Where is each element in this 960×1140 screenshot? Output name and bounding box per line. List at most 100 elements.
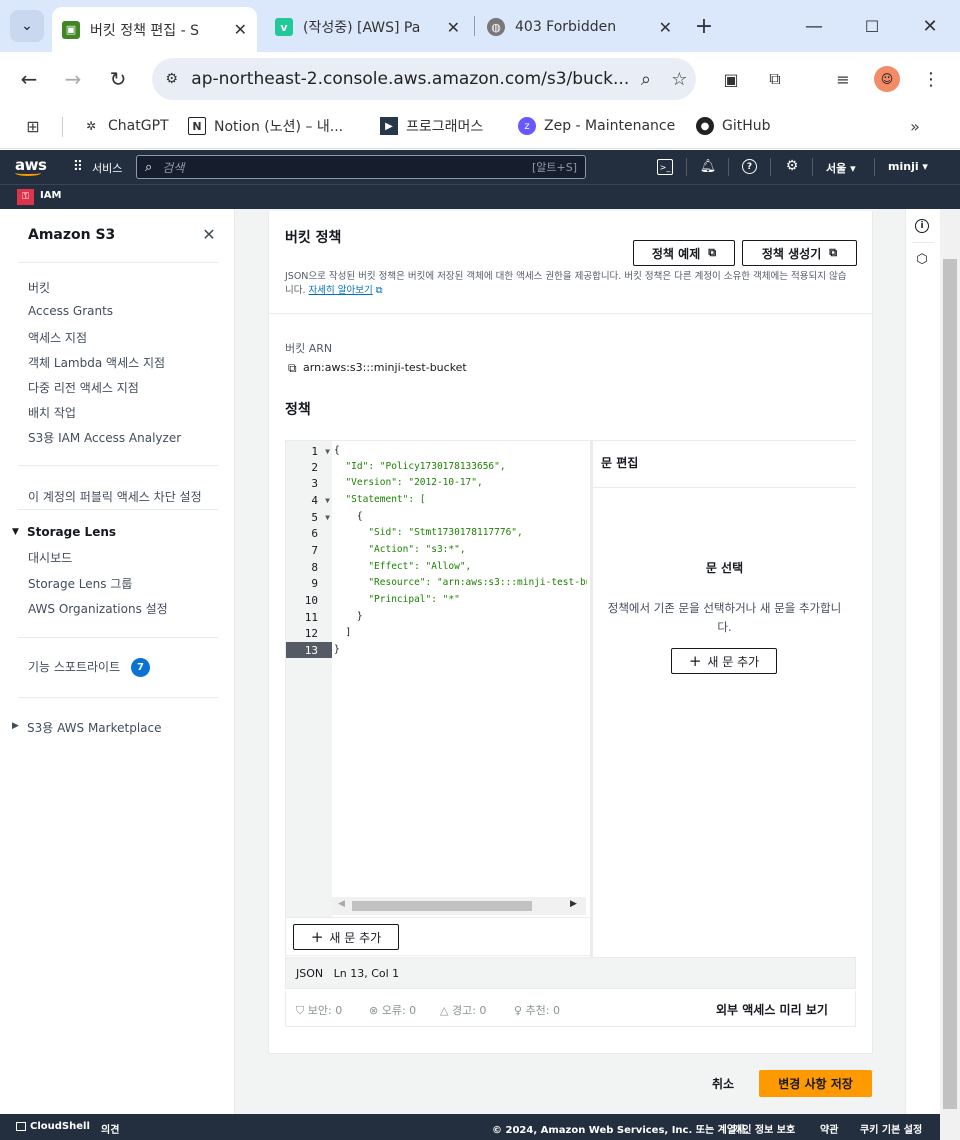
page-scrollbar[interactable] bbox=[940, 209, 960, 1114]
close-window-icon[interactable]: ✕ bbox=[916, 12, 944, 40]
iam-service-icon[interactable]: ⚿ bbox=[17, 189, 34, 205]
external-link-icon: ⧉ bbox=[375, 285, 383, 296]
bookmark-star-icon[interactable]: ☆ bbox=[663, 69, 696, 90]
scroll-right-icon[interactable]: ▶ bbox=[570, 899, 577, 909]
storage-lens-expand-icon[interactable]: ▼ bbox=[12, 527, 19, 537]
suggestions-check[interactable]: ♀ 추천: 0 bbox=[514, 1002, 560, 1018]
sidebar-item-dashboard[interactable]: 대시보드 bbox=[28, 549, 72, 566]
favorite-iam[interactable]: IAM bbox=[40, 190, 61, 201]
sidebar-item-multi-region[interactable]: 다중 리전 액세스 지점 bbox=[28, 379, 139, 396]
save-changes-button[interactable]: 변경 사항 저장 bbox=[759, 1070, 872, 1097]
maximize-icon[interactable]: ☐ bbox=[858, 12, 886, 40]
copy-icon[interactable]: ⧉ bbox=[288, 361, 297, 376]
nav-divider bbox=[770, 158, 771, 176]
feedback-link[interactable]: 의견 bbox=[101, 1121, 119, 1136]
sidebar-item-spotlight[interactable]: 기능 스포트라이트 bbox=[28, 658, 120, 675]
info-icon[interactable]: i bbox=[915, 219, 929, 233]
tab-title: (작성중) [AWS] Pa bbox=[303, 20, 421, 36]
services-grid-icon[interactable]: ⠿ bbox=[70, 159, 86, 175]
privacy-link[interactable]: 개인 정보 보호 bbox=[733, 1121, 795, 1136]
favorites-bar: ⚿ IAM bbox=[0, 184, 960, 209]
profile-avatar[interactable]: ☺ bbox=[874, 66, 900, 92]
select-statement-title: 문 선택 bbox=[705, 561, 744, 575]
new-tab-icon[interactable]: + bbox=[690, 12, 718, 40]
scroll-left-icon[interactable]: ◀ bbox=[338, 899, 345, 909]
aws-logo[interactable]: aws bbox=[15, 156, 47, 176]
cookie-preferences-link[interactable]: 쿠키 기본 설정 bbox=[860, 1121, 922, 1136]
horizontal-scrollbar[interactable]: ◀ ▶ bbox=[332, 897, 586, 915]
browser-menu-icon[interactable]: ⋮ bbox=[918, 66, 944, 92]
sidebar-item-block-public[interactable]: 이 계정의 퍼블릭 액세스 차단 설정 bbox=[28, 488, 202, 505]
bookmark-github[interactable]: ● GitHub bbox=[696, 107, 771, 145]
nav-divider bbox=[686, 158, 687, 176]
services-menu[interactable]: 서비스 bbox=[92, 160, 122, 176]
site-info-icon[interactable]: ⚙ bbox=[152, 71, 191, 87]
search-input[interactable]: ⌕ 검색 [알트+S] bbox=[136, 155, 586, 179]
tab-search-button[interactable]: ⌄ bbox=[10, 10, 44, 42]
errors-check[interactable]: ⊗ 오류: 0 bbox=[369, 1002, 416, 1018]
bookmark-notion[interactable]: N Notion (노션) – 내... bbox=[188, 107, 343, 145]
policy-example-button[interactable]: 정책 예제 ⧉ bbox=[633, 240, 735, 266]
sidebar-item-batch[interactable]: 배치 작업 bbox=[28, 404, 76, 421]
learn-more-link[interactable]: 자세히 알아보기 bbox=[309, 285, 373, 296]
zoom-icon[interactable]: ⌕ bbox=[629, 69, 662, 90]
tab-bucket-policy[interactable]: ▣ 버킷 정책 편집 - S ✕ bbox=[52, 7, 257, 52]
account-menu[interactable]: minji ▾ bbox=[888, 160, 928, 173]
media-icon[interactable]: ≡ bbox=[830, 66, 856, 92]
sidebar-item-marketplace[interactable]: S3용 AWS Marketplace bbox=[27, 719, 162, 736]
policy-label: 정책 bbox=[285, 402, 311, 418]
close-sidebar-icon[interactable]: ✕ bbox=[200, 225, 218, 244]
cloudshell-footer-link[interactable]: CloudShell bbox=[16, 1121, 90, 1132]
close-tab-icon[interactable]: ✕ bbox=[659, 18, 672, 37]
add-statement-button[interactable]: + 새 문 추가 bbox=[293, 924, 399, 950]
tab-separator bbox=[474, 16, 475, 36]
region-selector[interactable]: 서울 ▾ bbox=[826, 160, 856, 176]
close-tab-icon[interactable]: ✕ bbox=[447, 18, 460, 37]
sidebar-section-storage-lens[interactable]: Storage Lens bbox=[27, 525, 116, 539]
preview-external-access-button[interactable]: 외부 액세스 미리 보기 bbox=[716, 1001, 828, 1018]
minimize-icon[interactable]: — bbox=[800, 12, 828, 40]
line-number-gutter: 1 ▼ 2 3 4 ▼ 5 ▼ 6 7 8 9 10 11 12 13 bbox=[286, 441, 332, 917]
terms-link[interactable]: 약관 bbox=[820, 1121, 838, 1136]
code-line: "Version": "2012-10-17", bbox=[334, 477, 483, 488]
policy-generator-button[interactable]: 정책 생성기 ⧉ bbox=[742, 240, 857, 266]
feedback-hex-icon[interactable]: ⬡ bbox=[915, 252, 929, 267]
sidebar-item-buckets[interactable]: 버킷 bbox=[28, 279, 50, 296]
chatgpt-icon: ✲ bbox=[85, 119, 97, 133]
sidebar-item-object-lambda[interactable]: 객체 Lambda 액세스 지점 bbox=[28, 354, 165, 371]
search-placeholder: 검색 bbox=[162, 160, 185, 175]
settings-gear-icon[interactable]: ⚙ bbox=[784, 158, 800, 174]
warnings-check[interactable]: △ 경고: 0 bbox=[440, 1002, 486, 1018]
extension-icon[interactable]: ▣ bbox=[718, 66, 744, 92]
forward-icon[interactable]: → bbox=[58, 64, 88, 94]
back-icon[interactable]: ← bbox=[14, 64, 44, 94]
cancel-button[interactable]: 취소 bbox=[712, 1075, 734, 1092]
cloudshell-icon[interactable]: >_ bbox=[657, 159, 673, 175]
bookmark-chatgpt[interactable]: ✲ ChatGPT bbox=[82, 107, 169, 145]
notion-icon: N bbox=[188, 117, 206, 135]
sidebar-item-iam-analyzer[interactable]: S3용 IAM Access Analyzer bbox=[28, 429, 181, 446]
apps-grid-icon[interactable]: ⊞ bbox=[22, 115, 44, 137]
sidebar-item-access-points[interactable]: 액세스 지점 bbox=[28, 329, 87, 346]
puzzle-icon[interactable]: ⧉ bbox=[762, 66, 788, 92]
help-icon[interactable]: ? bbox=[742, 159, 757, 174]
notifications-icon[interactable]: 🔔︎ bbox=[700, 158, 717, 174]
shield-icon: ⛉ bbox=[296, 1004, 305, 1017]
page-scrollbar-thumb[interactable] bbox=[943, 259, 957, 1109]
security-check[interactable]: ⛉ 보안: 0 bbox=[296, 1002, 342, 1018]
tab-forbidden[interactable]: ◍ 403 Forbidden ✕ bbox=[477, 7, 682, 47]
more-bookmarks-icon[interactable]: » bbox=[904, 115, 926, 137]
bookmark-programmers[interactable]: ▶ 프로그래머스 bbox=[380, 107, 483, 145]
marketplace-expand-icon[interactable]: ▶ bbox=[12, 721, 19, 731]
reload-icon[interactable]: ↻ bbox=[103, 64, 133, 94]
sidebar-item-lens-groups[interactable]: Storage Lens 그룹 bbox=[28, 575, 132, 592]
scrollbar-thumb[interactable] bbox=[352, 901, 532, 911]
sidebar-item-access-grants[interactable]: Access Grants bbox=[28, 304, 113, 318]
add-new-statement-button[interactable]: + 새 문 추가 bbox=[671, 648, 777, 674]
close-tab-icon[interactable]: ✕ bbox=[234, 20, 247, 39]
code-area[interactable]: { "Id": "Policy1730178133656", "Version"… bbox=[332, 441, 587, 917]
sidebar-item-organizations[interactable]: AWS Organizations 설정 bbox=[28, 600, 168, 617]
url-bar[interactable]: ⚙ ap-northeast-2.console.aws.amazon.com/… bbox=[152, 58, 696, 100]
bookmark-zep[interactable]: z Zep - Maintenance bbox=[518, 107, 675, 145]
tab-velog[interactable]: v (작성중) [AWS] Pa ✕ bbox=[265, 7, 470, 47]
